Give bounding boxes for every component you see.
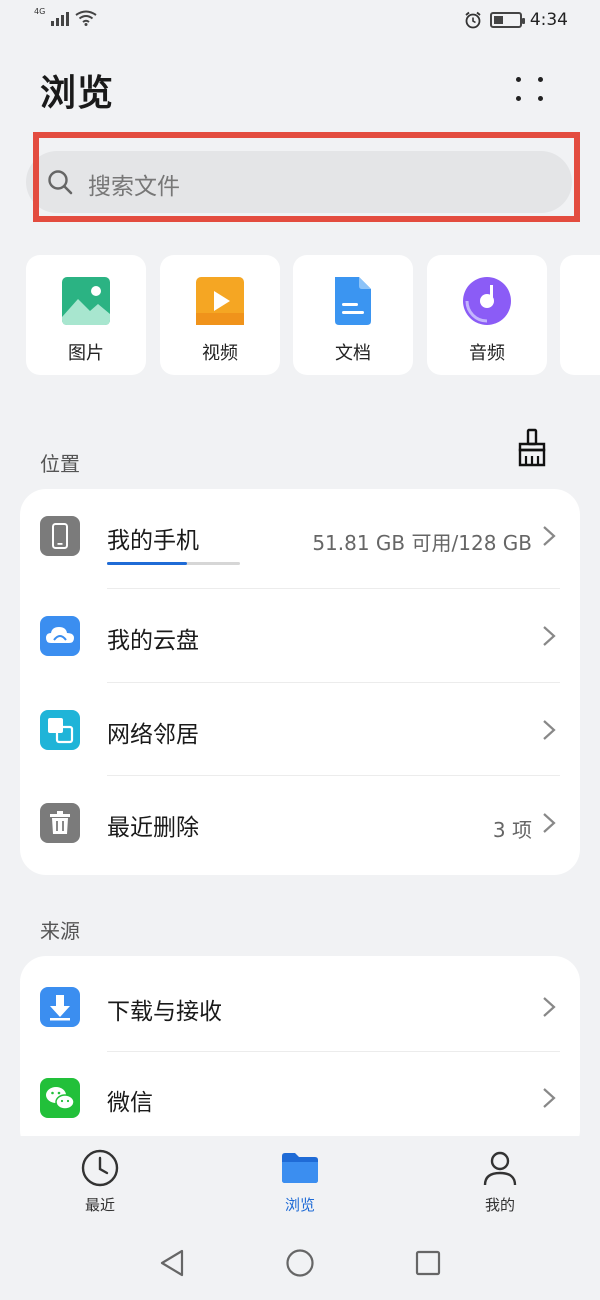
sources-card: 下载与接收 微信 <box>20 956 580 1156</box>
nav-item-browse[interactable]: 浏览 <box>250 1148 350 1215</box>
network-neighbor-icon <box>40 710 80 750</box>
nav-label: 浏览 <box>284 1196 315 1214</box>
download-icon <box>40 987 80 1027</box>
nav-item-recent[interactable]: 最近 <box>50 1148 150 1215</box>
home-icon[interactable] <box>285 1248 315 1278</box>
storage-info: 51.81 GB 可用/128 GB <box>312 531 532 555</box>
page-title: 浏览 <box>40 73 115 114</box>
location-row-my-phone[interactable]: 我的手机 51.81 GB 可用/128 GB <box>20 489 580 582</box>
clock-time: 4:34 <box>529 10 568 30</box>
location-row-my-cloud[interactable]: 我的云盘 <box>20 589 580 682</box>
trash-icon <box>40 803 80 843</box>
chevron-right-icon <box>543 526 556 546</box>
source-row-wechat[interactable]: 微信 <box>20 1051 580 1144</box>
video-icon <box>196 277 244 325</box>
more-dots-icon <box>516 77 521 82</box>
wechat-icon <box>40 1078 80 1118</box>
section-title-sources: 来源 <box>40 919 80 943</box>
chevron-right-icon <box>543 1088 556 1108</box>
bottom-nav: 最近 浏览 我的 <box>0 1136 600 1226</box>
recents-icon[interactable] <box>414 1248 442 1278</box>
chevron-right-icon <box>543 997 556 1017</box>
source-row-downloads[interactable]: 下载与接收 <box>20 960 580 1053</box>
source-label: 下载与接收 <box>107 999 222 1025</box>
category-images[interactable]: 图片 <box>26 255 146 375</box>
alarm-icon <box>465 11 481 29</box>
network-type: 4G <box>34 7 46 16</box>
location-label: 网络邻居 <box>107 722 199 748</box>
source-label: 微信 <box>107 1090 153 1116</box>
search-highlight-box <box>33 132 580 222</box>
back-icon[interactable] <box>158 1248 186 1278</box>
deleted-count: 3 项 <box>492 818 532 842</box>
category-audio[interactable]: 音频 <box>427 255 547 375</box>
more-options-button[interactable] <box>508 70 552 110</box>
category-more[interactable] <box>560 255 600 375</box>
category-label: 音频 <box>469 343 505 364</box>
chevron-right-icon <box>543 626 556 646</box>
phone-icon <box>40 516 80 556</box>
clock-icon <box>81 1149 119 1187</box>
folder-icon <box>282 1153 318 1183</box>
location-row-network-neighbors[interactable]: 网络邻居 <box>20 683 580 776</box>
category-label: 图片 <box>68 343 104 364</box>
person-icon <box>483 1151 517 1186</box>
wifi-icon <box>75 10 97 26</box>
nav-item-mine[interactable]: 我的 <box>450 1148 550 1215</box>
section-title-locations: 位置 <box>40 452 80 476</box>
cloud-icon <box>40 616 80 656</box>
category-row: 图片 视频 文档 音频 <box>26 255 600 377</box>
nav-label: 最近 <box>84 1196 115 1214</box>
clean-broom-icon[interactable] <box>514 428 550 468</box>
locations-card: 我的手机 51.81 GB 可用/128 GB 我的云盘 网络邻居 最近删除 3… <box>20 489 580 875</box>
category-videos[interactable]: 视频 <box>160 255 280 375</box>
category-label: 文档 <box>335 343 371 364</box>
document-icon <box>335 277 371 325</box>
storage-progress-bar <box>107 562 240 565</box>
battery-icon <box>489 12 525 28</box>
status-left: 4G <box>34 7 97 26</box>
location-label: 我的云盘 <box>107 628 199 654</box>
audio-icon <box>463 277 511 325</box>
status-bar: 4G 4:34 <box>0 0 600 42</box>
nav-label: 我的 <box>484 1196 515 1214</box>
status-right: 4:34 <box>464 10 568 30</box>
system-nav-bar <box>0 1226 600 1300</box>
category-documents[interactable]: 文档 <box>293 255 413 375</box>
chevron-right-icon <box>543 813 556 833</box>
location-label: 最近删除 <box>107 815 199 841</box>
image-icon <box>62 277 110 325</box>
category-label: 视频 <box>202 343 238 364</box>
chevron-right-icon <box>543 720 556 740</box>
signal-icon <box>51 10 70 26</box>
location-label: 我的手机 <box>107 528 199 554</box>
storage-progress-fill <box>107 562 187 565</box>
location-row-recently-deleted[interactable]: 最近删除 3 项 <box>20 776 580 869</box>
